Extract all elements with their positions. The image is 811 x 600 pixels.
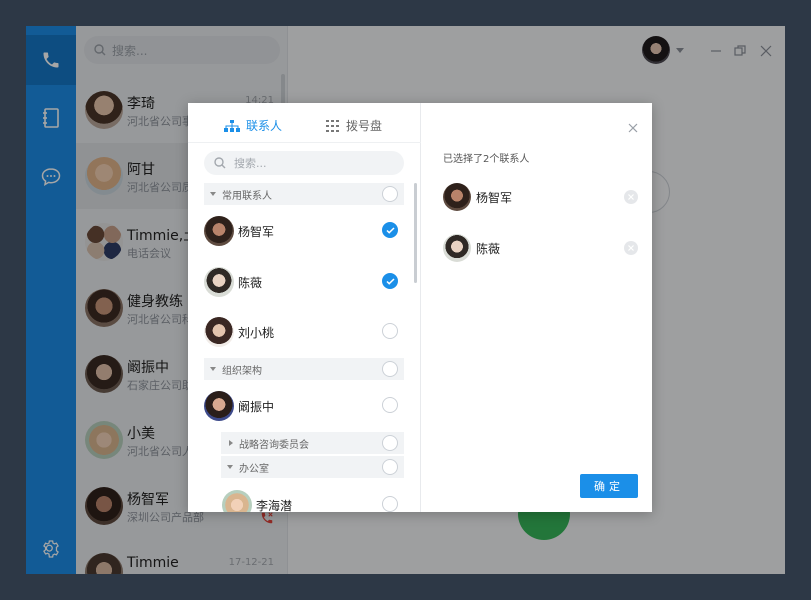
group-strategy[interactable]: 战略咨询委员会 bbox=[221, 432, 404, 454]
selected-count: 已选择了2个联系人 bbox=[443, 154, 530, 165]
group-label: 组织架构 bbox=[222, 365, 262, 377]
contact-row[interactable]: 李海潜 bbox=[222, 490, 404, 512]
contact-checkbox[interactable] bbox=[382, 323, 398, 339]
caret-down-icon bbox=[210, 367, 216, 371]
tab-label: 联系人 bbox=[246, 119, 283, 133]
avatar bbox=[222, 490, 252, 512]
selected-item: 杨智军 bbox=[443, 183, 638, 213]
picker-scrollbar[interactable] bbox=[414, 183, 417, 283]
avatar bbox=[204, 267, 234, 297]
check-icon bbox=[385, 226, 395, 234]
caret-right-icon bbox=[229, 440, 233, 446]
group-label: 办公室 bbox=[239, 463, 269, 475]
group-org[interactable]: 组织架构 bbox=[204, 358, 404, 380]
caret-down-icon bbox=[227, 465, 233, 469]
contact-row[interactable]: 刘小桃 bbox=[204, 317, 404, 353]
contact-checkbox[interactable] bbox=[382, 496, 398, 512]
contact-name: 刘小桃 bbox=[238, 326, 275, 340]
check-icon bbox=[385, 277, 395, 285]
dialpad-icon bbox=[326, 119, 339, 132]
select-contacts-dialog: 联系人 拨号盘 搜索... 常用联系人 杨智军 陈薇 刘小桃 组织架构 阚振中 … bbox=[188, 103, 652, 512]
search-placeholder: 搜索... bbox=[234, 157, 267, 170]
contact-checkbox[interactable] bbox=[382, 397, 398, 413]
group-checkbox[interactable] bbox=[382, 459, 398, 475]
group-label: 战略咨询委员会 bbox=[239, 439, 309, 451]
group-checkbox[interactable] bbox=[382, 361, 398, 377]
contact-row[interactable]: 杨智军 bbox=[204, 216, 404, 252]
remove-icon bbox=[628, 245, 634, 251]
close-icon[interactable] bbox=[628, 123, 638, 133]
contact-checkbox[interactable] bbox=[382, 273, 398, 289]
group-label: 常用联系人 bbox=[222, 190, 272, 202]
group-checkbox[interactable] bbox=[382, 435, 398, 451]
contact-row[interactable]: 陈薇 bbox=[204, 267, 404, 303]
remove-icon bbox=[628, 194, 634, 200]
caret-down-icon bbox=[210, 192, 216, 196]
picker-search-input[interactable]: 搜索... bbox=[204, 151, 404, 175]
group-checkbox[interactable] bbox=[382, 186, 398, 202]
group-frequent[interactable]: 常用联系人 bbox=[204, 183, 404, 205]
contact-row[interactable]: 阚振中 bbox=[204, 391, 404, 427]
contact-name: 杨智军 bbox=[238, 225, 275, 239]
contact-checkbox[interactable] bbox=[382, 222, 398, 238]
avatar bbox=[204, 216, 234, 246]
avatar bbox=[443, 183, 471, 211]
avatar bbox=[204, 391, 234, 421]
contact-name: 陈薇 bbox=[238, 276, 263, 290]
remove-selected-button[interactable] bbox=[624, 190, 638, 204]
confirm-button[interactable]: 确定 bbox=[580, 474, 638, 498]
avatar bbox=[443, 234, 471, 262]
remove-selected-button[interactable] bbox=[624, 241, 638, 255]
tab-label: 拨号盘 bbox=[346, 119, 383, 133]
picker-tabs: 联系人 拨号盘 bbox=[188, 103, 421, 143]
selected-item: 陈薇 bbox=[443, 234, 638, 264]
org-tree-icon bbox=[224, 119, 240, 132]
avatar bbox=[204, 317, 234, 347]
tab-contacts[interactable]: 联系人 bbox=[224, 117, 282, 134]
contact-picker: 联系人 拨号盘 搜索... 常用联系人 杨智军 陈薇 刘小桃 组织架构 阚振中 … bbox=[188, 103, 421, 512]
contact-name: 李海潜 bbox=[256, 499, 293, 512]
search-icon bbox=[214, 157, 226, 169]
contact-name: 阚振中 bbox=[238, 400, 275, 414]
selected-panel: 已选择了2个联系人 杨智军 陈薇 确定 bbox=[421, 103, 652, 512]
selected-name: 陈薇 bbox=[476, 242, 501, 256]
tab-dialpad[interactable]: 拨号盘 bbox=[326, 117, 382, 134]
group-office[interactable]: 办公室 bbox=[221, 456, 404, 478]
selected-name: 杨智军 bbox=[476, 191, 513, 205]
